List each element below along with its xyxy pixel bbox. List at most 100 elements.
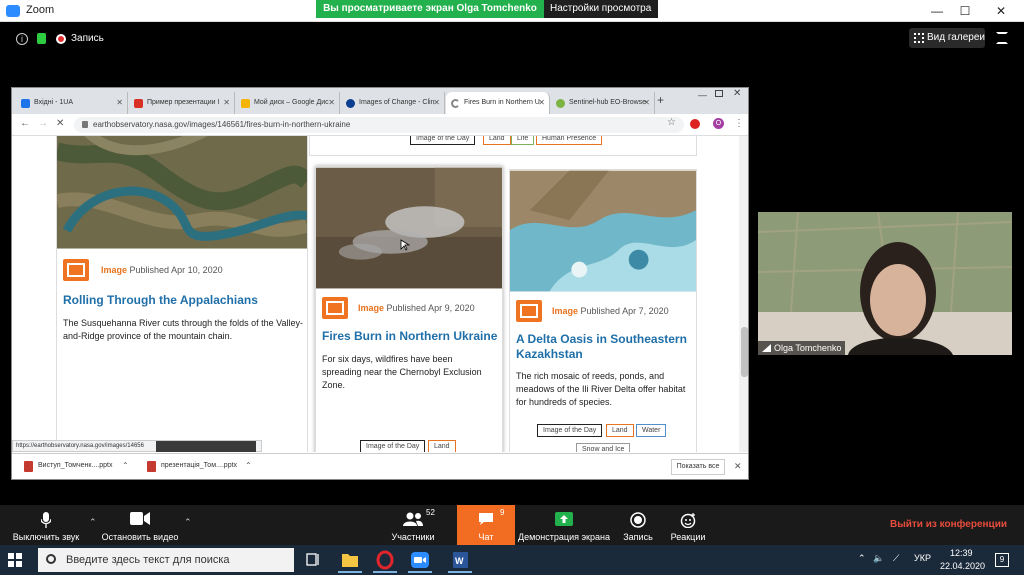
chevron-up-icon[interactable]: ⌃: [89, 517, 97, 528]
chevron-up-icon[interactable]: ⌃: [184, 517, 192, 528]
volume-icon[interactable]: 🔈: [873, 553, 884, 564]
browser-tab[interactable]: Images of Change - Clin ✕: [341, 92, 445, 114]
lock-icon[interactable]: [37, 33, 46, 44]
close-icon[interactable]: ✕: [433, 92, 440, 114]
close-icon[interactable]: ✕: [116, 92, 123, 114]
file-explorer-icon[interactable]: [335, 548, 365, 573]
gallery-view-button[interactable]: Вид галереи: [909, 28, 985, 48]
tag[interactable]: Image of the Day: [410, 136, 476, 145]
close-icon[interactable]: ✕: [223, 92, 230, 114]
participants-button[interactable]: 52 Участники: [385, 505, 441, 545]
download-item[interactable]: презентація_Том....pptx: [147, 461, 237, 472]
scroll-thumb[interactable]: [741, 327, 748, 377]
close-icon[interactable]: ✕: [733, 88, 741, 99]
profile-avatar[interactable]: O: [713, 118, 724, 129]
article-card[interactable]: Image Published Apr 7, 2020 A Delta Oasi…: [509, 169, 697, 452]
tab-label: Мой диск – Google Дис: [254, 99, 329, 106]
zoom-app-icon[interactable]: [405, 548, 435, 573]
pptx-file-icon: [24, 461, 33, 472]
reactions-button[interactable]: Реакции: [666, 505, 710, 545]
tag[interactable]: Water: [636, 424, 667, 437]
card-title[interactable]: Rolling Through the Appalachians: [63, 293, 303, 308]
network-icon[interactable]: ⟋: [893, 553, 899, 564]
tag[interactable]: Land: [606, 424, 634, 437]
mute-button[interactable]: Выключить звук: [6, 505, 86, 545]
chevron-up-icon[interactable]: ⌃: [245, 461, 252, 470]
window-title: Zoom: [26, 4, 55, 16]
show-all-button[interactable]: Показать все: [671, 459, 725, 475]
card-title[interactable]: A Delta Oasis in Southeastern Kazakhstan: [516, 332, 696, 362]
participant-name-label: Olga Tomchenko: [758, 341, 846, 355]
tag[interactable]: Snow and Ice: [576, 443, 631, 452]
url-text: earthobservatory.nasa.gov/images/146561/…: [93, 120, 351, 129]
browser-tab-strip: Вхідні - 1UA ✕ Пример презентации І ✕ Мой …: [12, 88, 748, 114]
clock-time[interactable]: 12:39: [950, 548, 973, 558]
chat-count: 9: [500, 508, 505, 517]
opera-browser-icon[interactable]: [370, 548, 400, 573]
close-icon[interactable]: ✕: [643, 92, 650, 114]
article-card[interactable]: Image Published Apr 10, 2020 Rolling Thr…: [56, 136, 308, 452]
browser-tab[interactable]: Пример презентации І ✕: [129, 92, 235, 114]
maximize-icon[interactable]: [715, 90, 723, 97]
participant-video[interactable]: Olga Tomchenko: [758, 212, 1012, 355]
browser-tab[interactable]: Вхідні - 1UA ✕: [16, 92, 128, 114]
stop-video-button[interactable]: Остановить видео: [100, 505, 180, 545]
back-icon[interactable]: ←: [20, 118, 30, 129]
new-tab-icon[interactable]: +: [657, 93, 664, 107]
minimize-icon[interactable]: —: [926, 3, 948, 19]
close-icon[interactable]: ✕: [328, 92, 335, 114]
url-input[interactable]: earthobservatory.nasa.gov/images/146561/…: [74, 117, 684, 133]
forward-icon[interactable]: →: [38, 118, 48, 129]
ukraine-fires-satellite-image[interactable]: [316, 167, 502, 289]
close-icon[interactable]: ✕: [538, 92, 545, 114]
stop-icon[interactable]: ✕: [56, 118, 64, 129]
chat-button[interactable]: 9 Чат: [457, 505, 515, 545]
share-screen-icon: [555, 512, 573, 526]
close-icon[interactable]: ✕: [734, 461, 742, 472]
notifications-icon[interactable]: 9: [995, 553, 1009, 567]
close-icon[interactable]: ✕: [990, 3, 1012, 19]
chevron-up-icon[interactable]: ⌃: [122, 461, 129, 470]
zoom-logo-icon: [6, 5, 20, 17]
info-icon[interactable]: i: [16, 33, 28, 45]
word-app-icon[interactable]: W: [445, 548, 475, 573]
browser-tab[interactable]: Sentinel-hub EO-Browse ✕: [551, 92, 655, 114]
record-button[interactable]: Запись: [616, 505, 660, 545]
page-scrollbar[interactable]: [739, 136, 748, 452]
language-indicator[interactable]: УКР: [914, 553, 931, 563]
appalachians-satellite-image[interactable]: [57, 136, 307, 249]
maximize-icon[interactable]: ☐: [954, 3, 976, 19]
leave-meeting-button[interactable]: Выйти из конференции: [890, 519, 1007, 530]
task-view-icon[interactable]: [298, 548, 328, 572]
chevron-up-icon[interactable]: ⌃: [858, 553, 866, 564]
article-card[interactable]: Image Published Apr 9, 2020 Fires Burn i…: [315, 166, 503, 452]
tag[interactable]: Human Presence: [536, 136, 603, 145]
svg-text:W: W: [455, 556, 464, 566]
tag[interactable]: Life: [511, 136, 535, 145]
participant-video-frame: [758, 212, 1012, 355]
minimize-icon[interactable]: —: [698, 90, 707, 100]
share-screen-label: Демонстрация экрана: [518, 532, 610, 542]
card-title[interactable]: Fires Burn in Northern Ukraine: [322, 329, 502, 344]
tag[interactable]: Land: [428, 440, 456, 452]
share-screen-button[interactable]: Демонстрация экрана: [517, 505, 611, 545]
kazakhstan-delta-satellite-image[interactable]: [510, 170, 696, 292]
participant-name: Olga Tomchenko: [774, 343, 842, 353]
tag[interactable]: Image of the Day: [360, 440, 426, 452]
drive-icon: [241, 99, 250, 108]
smiley-icon: [680, 513, 696, 528]
more-menu-icon[interactable]: ⋮: [734, 118, 744, 129]
browser-tab[interactable]: Мой диск – Google Дис ✕: [236, 92, 340, 114]
fullscreen-icon[interactable]: [996, 32, 1008, 44]
gmail-icon: [134, 99, 143, 108]
browser-tab-active[interactable]: Fires Burn in Northern U ✕: [446, 92, 550, 114]
windows-start-icon[interactable]: [8, 553, 22, 567]
extension-icon[interactable]: [690, 119, 700, 129]
download-item[interactable]: Виступ_Томченк....pptx: [24, 461, 112, 472]
tag[interactable]: Land: [483, 136, 511, 145]
clock-date[interactable]: 22.04.2020: [940, 561, 985, 571]
tag[interactable]: Image of the Day: [537, 424, 603, 437]
bookmark-star-icon[interactable]: ☆: [667, 117, 676, 128]
view-settings-button[interactable]: Настройки просмотра ⌄: [544, 0, 658, 32]
taskbar-search-input[interactable]: Введите здесь текст для поиска: [38, 548, 294, 572]
